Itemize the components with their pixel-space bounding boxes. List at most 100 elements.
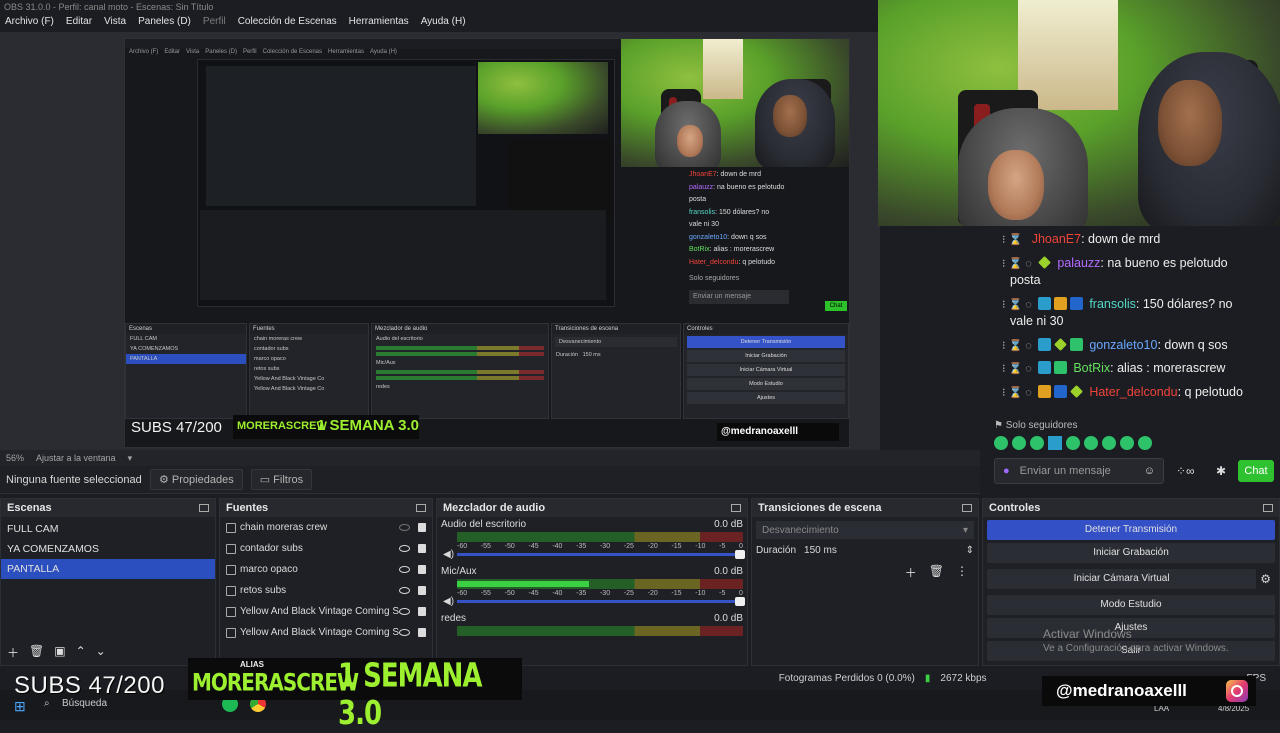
- menu-herramientas[interactable]: Herramientas: [349, 16, 409, 30]
- emote-icon[interactable]: [1084, 436, 1098, 450]
- source-item[interactable]: Yellow And Black Vintage Coming Soon: [220, 601, 432, 622]
- mixer-channel: Audio del escritorio 0.0 dB -60 -55 -50 -45-…: [437, 517, 747, 560]
- add-icon[interactable]: ＋: [7, 644, 19, 661]
- emote-icon[interactable]: [1030, 436, 1044, 450]
- lock-icon[interactable]: [418, 607, 426, 616]
- zoom-level[interactable]: 56%: [6, 453, 24, 463]
- chevron-down-icon: ▾: [962, 524, 968, 536]
- instagram-icon: [1226, 680, 1248, 702]
- nested-scenes-dock: Escenas FULL CAM YA COMENZAMOS PANTALLA: [125, 323, 247, 419]
- dock-float-icon[interactable]: [416, 504, 426, 512]
- emote-icon[interactable]: [1120, 436, 1134, 450]
- chevron-up-icon[interactable]: ⌃: [76, 644, 86, 661]
- menu-vista[interactable]: Vista: [104, 16, 126, 30]
- source-item[interactable]: contador subs: [220, 538, 432, 559]
- lock-icon[interactable]: [418, 544, 426, 553]
- trash-icon[interactable]: 🗑: [929, 564, 944, 581]
- menu-archivo[interactable]: Archivo (F): [5, 16, 54, 30]
- fit-to-window[interactable]: Ajustar a la ventana: [36, 453, 116, 463]
- properties-button[interactable]: ⚙ Propiedades: [150, 469, 243, 490]
- eye-icon[interactable]: [399, 587, 410, 594]
- nested-webcam: [621, 39, 849, 167]
- volume-slider[interactable]: [457, 550, 745, 559]
- volume-slider[interactable]: [457, 597, 745, 606]
- menu-editar[interactable]: Editar: [66, 16, 92, 30]
- transition-select[interactable]: Desvanecimiento ▾: [756, 521, 974, 539]
- start-virtual-camera-button[interactable]: Iniciar Cámara Virtual: [987, 569, 1257, 589]
- lock-icon[interactable]: [418, 565, 426, 574]
- scene-item-selected[interactable]: PANTALLA: [1, 559, 215, 579]
- chat-user: BotRix: [1073, 361, 1111, 375]
- filters-button[interactable]: ▭ Filtros: [250, 469, 313, 490]
- activate-windows-subtext: Ve a Configuración para activar Windows.: [1043, 643, 1229, 654]
- emote-icon[interactable]: [994, 436, 1008, 450]
- mic-icon[interactable]: ●: [1003, 465, 1010, 477]
- eye-icon[interactable]: [399, 608, 410, 615]
- emoji-icon[interactable]: ☺: [1144, 465, 1155, 477]
- menu-perfil[interactable]: Perfil: [203, 16, 226, 30]
- chat-input[interactable]: ● Enviar un mensaje ☺: [994, 458, 1164, 484]
- window-title: OBS 31.0.0 - Perfil: canal moto - Escena…: [0, 0, 880, 14]
- signal-icon: ▮: [924, 672, 931, 684]
- preview-canvas[interactable]: Archivo (F) Editar Vista Paneles (D) Perfil C…: [0, 32, 880, 450]
- dock-float-icon[interactable]: [962, 504, 972, 512]
- source-item[interactable]: retos subs: [220, 580, 432, 601]
- chat-message: ⁝ ⌛ ◌ BotRix: alias : morerascrew: [1002, 361, 1226, 375]
- meter-ticks: -60 -55 -50 -45 -40 -35 -30 -25 -20 -15 -10 -5 0: [457, 590, 743, 597]
- dock-float-icon[interactable]: [1263, 504, 1273, 512]
- stepper-icon[interactable]: ⇕: [966, 545, 974, 556]
- nested-handle: @medranoaxelll: [717, 423, 839, 441]
- studio-mode-button[interactable]: Modo Estudio: [987, 595, 1275, 615]
- menu-ayuda[interactable]: Ayuda (H): [421, 16, 466, 30]
- mixer-title: Mezclador de audio: [443, 502, 546, 514]
- channel-db: 0.0 dB: [714, 566, 743, 577]
- source-item[interactable]: Yellow And Black Vintage Coming Soon: [220, 622, 432, 643]
- dock-float-icon[interactable]: [731, 504, 741, 512]
- emote-icon[interactable]: [1138, 436, 1152, 450]
- chat-panel: ⁝ ⌛ JhoanE7: down de mrd ⁝ ⌛ ◌ palauzz: …: [990, 226, 1280, 492]
- eye-hidden-icon[interactable]: [399, 524, 410, 531]
- gear-icon[interactable]: ✱: [1216, 464, 1226, 478]
- source-item[interactable]: marco opaco: [220, 559, 432, 580]
- chevron-down-icon[interactable]: ▾: [128, 453, 133, 464]
- alias-banner-overlay: ALIAS MORERASCREW 1 SEMANA 3.0: [188, 658, 522, 733]
- points-icon[interactable]: ⁘∞: [1176, 464, 1195, 478]
- scene-item[interactable]: FULL CAM: [1, 519, 215, 539]
- lock-icon[interactable]: [418, 586, 426, 595]
- eye-icon[interactable]: [399, 545, 410, 552]
- menu-paneles[interactable]: Paneles (D): [138, 16, 191, 30]
- source-item[interactable]: chain moreras crew: [220, 517, 432, 538]
- filter-icon[interactable]: ▣: [54, 644, 65, 661]
- text-icon: [226, 543, 236, 554]
- speaker-icon[interactable]: ◀): [443, 596, 454, 607]
- nested-mixer-dock: Mezclador de audio Audio del escritorio …: [371, 323, 549, 419]
- more-icon[interactable]: ⋮: [956, 564, 968, 581]
- emote-icon[interactable]: [1102, 436, 1116, 450]
- chevron-down-icon[interactable]: ⌄: [96, 644, 106, 661]
- lock-icon[interactable]: [418, 628, 426, 637]
- dock-float-icon[interactable]: [199, 504, 209, 512]
- emote-icon[interactable]: [1048, 436, 1062, 450]
- chat-send-button[interactable]: Chat: [1238, 460, 1274, 482]
- start-recording-button[interactable]: Iniciar Grabación: [987, 543, 1275, 563]
- trash-icon[interactable]: 🗑: [29, 644, 44, 661]
- speaker-icon[interactable]: ◀): [443, 549, 454, 560]
- eye-icon[interactable]: [399, 566, 410, 573]
- eye-icon[interactable]: [399, 629, 410, 636]
- scene-item[interactable]: YA COMENZAMOS: [1, 539, 215, 559]
- windows-start-icon[interactable]: ⊞: [14, 698, 26, 715]
- mixer-channel: redes 0.0 dB: [437, 611, 747, 636]
- emote-icon[interactable]: [1066, 436, 1080, 450]
- duration-input[interactable]: 150 ms: [804, 545, 958, 556]
- emote-row[interactable]: [994, 436, 1152, 450]
- gear-icon[interactable]: ⚙: [1260, 572, 1271, 586]
- channel-name: Audio del escritorio: [441, 519, 527, 530]
- channel-name: redes: [441, 613, 467, 624]
- nested-controls-dock: Controles Detener Transmisión Iniciar Gr…: [683, 323, 849, 419]
- stop-streaming-button[interactable]: Detener Transmisión: [987, 520, 1275, 540]
- add-icon[interactable]: ＋: [905, 564, 917, 581]
- crew-label: MORERASCREW: [192, 667, 359, 697]
- lock-icon[interactable]: [418, 523, 426, 532]
- menu-coleccion[interactable]: Colección de Escenas: [238, 16, 337, 30]
- emote-icon[interactable]: [1012, 436, 1026, 450]
